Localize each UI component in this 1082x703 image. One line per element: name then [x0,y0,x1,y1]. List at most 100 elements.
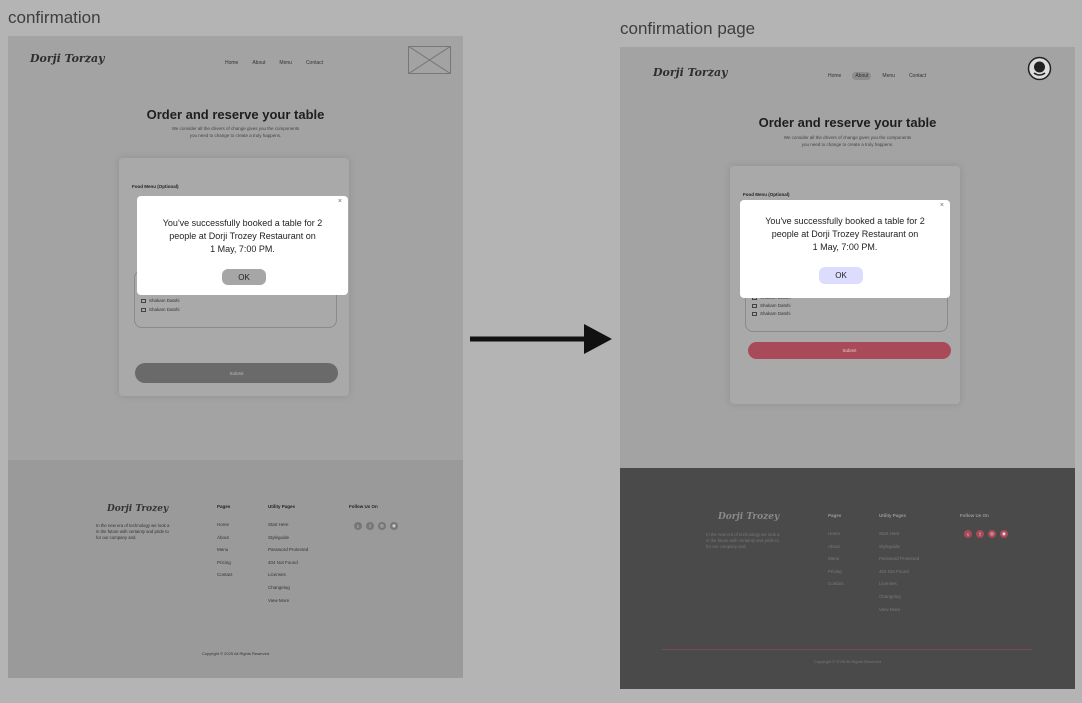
footer-link[interactable]: Start Here [879,531,919,544]
right-mockup: Dorji Torzay Home About Menu Contact Ord… [620,47,1075,689]
utility-heading: Utility Pages [268,504,296,509]
footer-logo[interactable]: Dorji Trozey [718,512,779,522]
left-board-title: confirmation [8,8,101,27]
footer-link[interactable]: Styleguide [879,544,919,557]
submit-button[interactable]: Submit [135,363,338,383]
menu-item[interactable]: Shakam Datshi [752,311,791,316]
menu-item-label: Shakam Datshi [149,298,180,303]
instagram-icon[interactable]: ◎ [988,530,996,538]
pages-heading: Pages [217,504,231,509]
footer-link[interactable]: Changelog [268,585,308,598]
hero-subtitle-line1: We consider all the drivers of change gi… [783,135,912,140]
footer-link[interactable]: Start Here [268,522,308,535]
hero-title: Order and reserve your table [146,107,325,122]
utility-list: Start Here Styleguide Password Protected… [268,522,308,610]
image-placeholder-icon [408,46,451,74]
instagram-icon[interactable]: ◎ [378,522,386,530]
confirmation-line3: 1 May, 7:00 PM. [210,244,275,254]
menu-item-label: Shakam Datshi [760,311,791,316]
footer-link[interactable]: Changelog [879,594,919,607]
close-icon[interactable]: × [338,198,342,205]
menu-item-label: Shakam Datshi [760,303,791,308]
ok-button[interactable]: OK [819,267,863,284]
nav-home[interactable]: Home [825,72,844,80]
footer-link[interactable]: Menu [217,547,233,560]
submit-button[interactable]: Submit [748,342,951,359]
pages-list: Home About Menu Pricing Contact [217,522,233,585]
main-nav: Home About Menu Contact [825,72,929,80]
left-wireframe: Dorji Torzay Home About Menu Contact Ord… [8,36,463,678]
menu-item[interactable]: Shakam Datshi [141,298,180,303]
footer-description: In the new era of technology we look a in… [706,532,780,549]
confirmation-line2: people at Dorji Trozey Restaurant on [771,229,919,239]
nav-menu[interactable]: Menu [276,59,295,67]
footer-link[interactable]: Home [828,531,844,544]
flow-arrow-icon [470,324,612,354]
footer-link[interactable]: Licenses [879,581,919,594]
food-menu-label: Food Menu (Optional) [132,184,179,189]
hero-subtitle-line1: We consider all the drivers of change gi… [171,126,300,131]
hero-subtitle-line2: you need to change to create a truly hap… [801,142,894,147]
footer-link[interactable]: Pricing [828,569,844,582]
confirmation-line1: You've successfully booked a table for 2 [162,218,323,228]
utility-heading: Utility Pages [879,513,907,518]
nav-contact[interactable]: Contact [303,59,326,67]
nav-home[interactable]: Home [222,59,241,67]
follow-heading: Follow Us On [960,513,989,518]
pages-heading: Pages [828,513,842,518]
menu-item[interactable]: Shakam Datshi [141,307,180,312]
ok-button[interactable]: OK [222,269,266,285]
nav-contact[interactable]: Contact [906,72,929,80]
confirmation-line2: people at Dorji Trozey Restaurant on [169,231,316,241]
confirmation-modal: × You've successfully booked a table for… [740,200,950,298]
footer-link[interactable]: Password Protected [879,556,919,569]
footer-link[interactable]: 404 Not Found [879,569,919,582]
twitter-icon[interactable]: t [964,530,972,538]
github-icon[interactable]: ◉ [1000,530,1008,538]
social-icons: t f ◎ ◉ [964,530,1008,538]
social-icons: t f ◎ ◉ [354,522,398,530]
hero-subtitle-line2: you need to change to create a truly hap… [189,133,282,138]
footer-link[interactable]: Styleguide [268,535,308,548]
footer-link[interactable]: Contact [828,581,844,594]
nav-about[interactable]: About [249,59,268,67]
checkbox-icon[interactable] [141,307,146,312]
site-logo[interactable]: Dorji Torzay [653,66,727,79]
footer-link[interactable]: Menu [828,556,844,569]
facebook-icon[interactable]: f [366,522,374,530]
menu-item-label: Shakam Datshi [149,307,180,312]
footer-link[interactable]: Home [217,522,233,535]
footer-link[interactable]: Pricing [217,560,233,573]
checkbox-icon[interactable] [752,311,757,316]
checkbox-icon[interactable] [141,298,146,303]
copyright: Copyright © 2025 All Rights Reserved [813,659,882,664]
footer-link[interactable]: Password Protected [268,547,308,560]
facebook-icon[interactable]: f [976,530,984,538]
nav-menu[interactable]: Menu [879,72,898,80]
footer-link[interactable]: 404 Not Found [268,560,308,573]
checkbox-icon[interactable] [752,303,757,308]
footer-link[interactable]: About [217,535,233,548]
footer-link[interactable]: View More [268,598,308,611]
footer: Dorji Trozey In the new era of technolog… [620,468,1075,689]
footer-logo[interactable]: Dorji Trozey [107,504,168,514]
footer-divider [662,649,1032,650]
footer-link[interactable]: Licenses [268,572,308,585]
menu-item[interactable]: Shakam Datshi [752,303,791,308]
confirmation-line3: 1 May, 7:00 PM. [812,242,878,252]
site-logo[interactable]: Dorji Torzay [30,52,104,65]
nav-about[interactable]: About [852,72,872,80]
footer-link[interactable]: Contact [217,572,233,585]
confirmation-modal: × You've successfully booked a table for… [137,196,348,295]
follow-heading: Follow Us On [349,504,378,509]
github-icon[interactable]: ◉ [390,522,398,530]
right-board-title: confirmation page [620,19,756,38]
hero-title: Order and reserve your table [758,115,937,130]
close-icon[interactable]: × [940,202,944,209]
pages-list: Home About Menu Pricing Contact [828,531,844,594]
footer-link[interactable]: View More [879,607,919,620]
main-nav: Home About Menu Contact [222,59,326,67]
brand-emblem-icon[interactable] [1027,56,1052,81]
footer-link[interactable]: About [828,544,844,557]
twitter-icon[interactable]: t [354,522,362,530]
